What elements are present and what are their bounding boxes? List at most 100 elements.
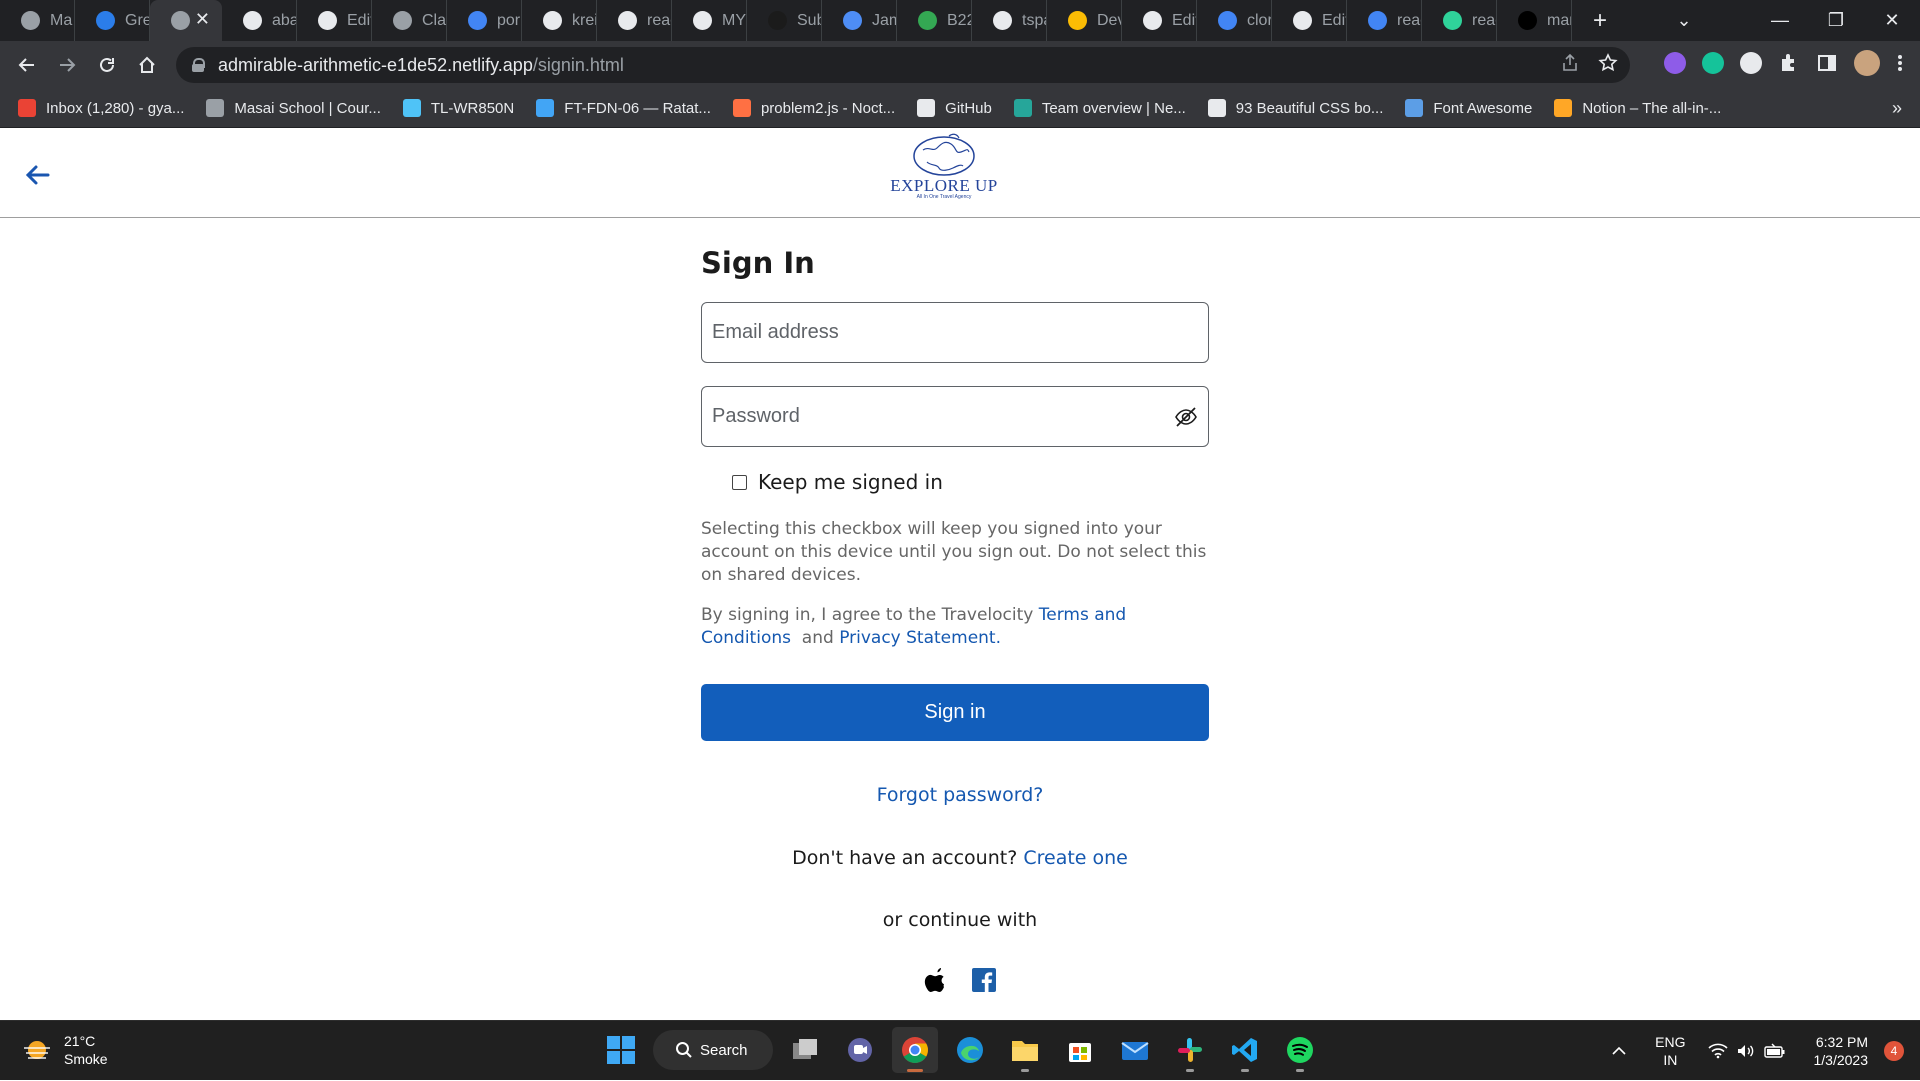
browser-tab[interactable]: Edit bbox=[1122, 0, 1197, 41]
tab-title: tspa bbox=[1022, 11, 1046, 29]
bookmark-item[interactable]: TL-WR850N bbox=[402, 99, 514, 117]
profile-avatar[interactable] bbox=[1854, 50, 1880, 76]
privacy-link[interactable]: Privacy Statement. bbox=[839, 628, 1001, 648]
browser-tab[interactable]: reac bbox=[1347, 0, 1422, 41]
teams-chat-button[interactable] bbox=[837, 1027, 883, 1073]
share-icon[interactable] bbox=[1560, 53, 1580, 73]
volume-icon[interactable] bbox=[1736, 1043, 1756, 1059]
hide-password-icon[interactable] bbox=[1174, 406, 1198, 428]
bookmark-label: FT-FDN-06 — Ratat... bbox=[564, 99, 711, 117]
browser-tab[interactable]: Clar bbox=[372, 0, 447, 41]
bookmark-item[interactable]: FT-FDN-06 — Ratat... bbox=[536, 99, 711, 117]
back-arrow-icon[interactable] bbox=[22, 160, 52, 190]
notification-badge[interactable]: 4 bbox=[1884, 1041, 1904, 1061]
wifi-icon[interactable] bbox=[1707, 1043, 1728, 1059]
tab-search-icon[interactable]: ⌄ bbox=[1656, 10, 1712, 31]
taskbar-search[interactable]: Search bbox=[653, 1030, 773, 1070]
bookmark-label: Team overview | Ne... bbox=[1041, 99, 1186, 117]
side-panel-icon[interactable] bbox=[1816, 52, 1838, 74]
bookmark-item[interactable]: GitHub bbox=[917, 99, 992, 117]
battery-icon[interactable] bbox=[1763, 1043, 1786, 1059]
browser-tab[interactable]: Edit bbox=[297, 0, 372, 41]
tab-favicon-icon bbox=[171, 11, 190, 30]
signin-button[interactable]: Sign in bbox=[701, 684, 1209, 741]
start-button[interactable] bbox=[598, 1027, 644, 1073]
weather-widget[interactable]: 21°C Smoke bbox=[22, 1032, 108, 1068]
browser-tab[interactable]: Sub bbox=[747, 0, 822, 41]
weather-desc: Smoke bbox=[64, 1051, 108, 1067]
tab-close-icon[interactable]: ✕ bbox=[195, 9, 210, 30]
close-window-button[interactable]: ✕ bbox=[1864, 10, 1920, 31]
browser-tab[interactable]: mar bbox=[1497, 0, 1572, 41]
browser-tab[interactable]: MYI bbox=[672, 0, 747, 41]
bookmark-star-icon[interactable] bbox=[1598, 53, 1618, 73]
bookmark-item[interactable]: Notion – The all-in-... bbox=[1554, 99, 1721, 117]
tab-active[interactable]: ✕ bbox=[150, 0, 222, 41]
keep-signed-in-label[interactable]: Keep me signed in bbox=[758, 470, 943, 494]
keep-signed-in-row: Keep me signed in bbox=[732, 470, 1209, 494]
bookmark-item[interactable]: 93 Beautiful CSS bo... bbox=[1207, 99, 1383, 117]
vscode-button[interactable] bbox=[1222, 1027, 1268, 1073]
home-button[interactable] bbox=[127, 45, 167, 85]
store-button[interactable] bbox=[1057, 1027, 1103, 1073]
file-explorer-button[interactable] bbox=[1002, 1027, 1048, 1073]
slack-button[interactable] bbox=[1167, 1027, 1213, 1073]
browser-tab[interactable]: reac bbox=[1422, 0, 1497, 41]
back-button[interactable] bbox=[7, 45, 47, 85]
extension-icon[interactable] bbox=[1664, 52, 1686, 74]
email-input[interactable] bbox=[702, 303, 1208, 362]
browser-tab[interactable]: Jam bbox=[822, 0, 897, 41]
task-view-button[interactable] bbox=[782, 1027, 828, 1073]
url-host: admirable-arithmetic-e1de52.netlify.app bbox=[218, 54, 533, 75]
browser-tab[interactable]: reac bbox=[597, 0, 672, 41]
browser-toolbar: admirable-arithmetic-e1de52.netlify.app /… bbox=[0, 41, 1920, 89]
bookmarks-overflow-icon[interactable]: » bbox=[1892, 98, 1902, 119]
reload-button[interactable] bbox=[87, 45, 127, 85]
restore-button[interactable]: ❐ bbox=[1808, 10, 1864, 31]
minimize-button[interactable]: — bbox=[1752, 10, 1808, 31]
apple-icon[interactable] bbox=[922, 965, 950, 995]
bookmark-favicon-icon bbox=[917, 99, 936, 117]
grammarly-icon[interactable] bbox=[1702, 52, 1724, 74]
bookmark-item[interactable]: Font Awesome bbox=[1405, 99, 1532, 117]
browser-tab[interactable]: Gre bbox=[75, 0, 150, 41]
mail-button[interactable] bbox=[1112, 1027, 1158, 1073]
browser-tab[interactable]: Dev bbox=[1047, 0, 1122, 41]
address-bar[interactable]: admirable-arithmetic-e1de52.netlify.app /… bbox=[176, 47, 1630, 83]
bookmark-item[interactable]: Inbox (1,280) - gya... bbox=[18, 99, 184, 117]
extension-icon[interactable] bbox=[1740, 52, 1762, 74]
password-input[interactable] bbox=[702, 387, 1208, 446]
forgot-password-link[interactable]: Forgot password? bbox=[701, 784, 1219, 806]
browser-tab[interactable]: aba bbox=[222, 0, 297, 41]
keep-signed-in-checkbox[interactable] bbox=[732, 474, 747, 490]
puzzle-extensions-icon[interactable] bbox=[1778, 52, 1800, 74]
browser-tab[interactable]: B22 bbox=[897, 0, 972, 41]
create-account-link[interactable]: Create one bbox=[1023, 847, 1128, 869]
facebook-icon[interactable] bbox=[970, 965, 998, 995]
browser-tab[interactable]: clor bbox=[1197, 0, 1272, 41]
browser-tab[interactable]: krei bbox=[522, 0, 597, 41]
new-tab-button[interactable]: + bbox=[1580, 0, 1620, 41]
site-logo[interactable]: EXPLORE UP All In One Travel Agency bbox=[874, 132, 1014, 200]
browser-tab[interactable]: tspa bbox=[972, 0, 1047, 41]
spotify-icon bbox=[1287, 1037, 1313, 1063]
bookmark-item[interactable]: Masai School | Cour... bbox=[206, 99, 381, 117]
forward-button[interactable] bbox=[47, 45, 87, 85]
bookmark-label: problem2.js - Noct... bbox=[760, 99, 896, 117]
back-arrow-icon bbox=[18, 58, 34, 72]
bookmark-item[interactable]: Team overview | Ne... bbox=[1013, 99, 1186, 117]
browser-tab[interactable]: Ma bbox=[0, 0, 75, 41]
logo-tagline: All In One Travel Agency bbox=[916, 194, 972, 200]
language-indicator[interactable]: ENG IN bbox=[1655, 1033, 1685, 1069]
folder-icon bbox=[1012, 1041, 1038, 1061]
edge-taskbar-button[interactable] bbox=[947, 1027, 993, 1073]
bookmark-item[interactable]: problem2.js - Noct... bbox=[732, 99, 896, 117]
menu-kebab-icon[interactable] bbox=[1896, 52, 1904, 74]
extension-icons bbox=[1664, 50, 1904, 76]
chrome-taskbar-button[interactable] bbox=[892, 1027, 938, 1073]
chevron-up-icon[interactable] bbox=[1611, 1046, 1627, 1056]
browser-tab[interactable]: Edit bbox=[1272, 0, 1347, 41]
spotify-button[interactable] bbox=[1277, 1027, 1323, 1073]
clock[interactable]: 6:32 PM 1/3/2023 bbox=[1814, 1033, 1869, 1069]
browser-tab[interactable]: por bbox=[447, 0, 522, 41]
